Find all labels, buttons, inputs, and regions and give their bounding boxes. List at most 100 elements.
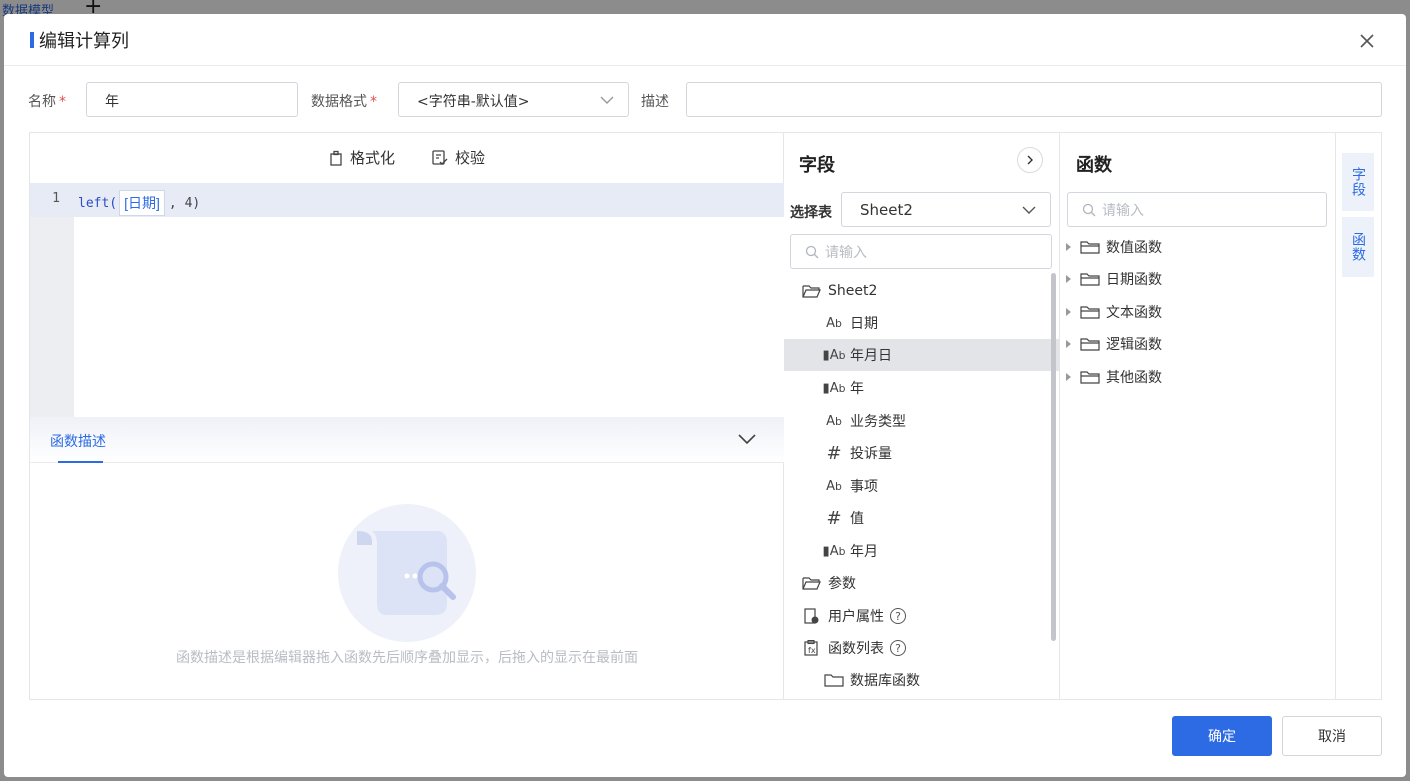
folder-icon [824, 674, 844, 687]
edit-calculated-column-dialog: 编辑计算列 名称* 年 数据格式* <字符串-默认值> 描述 格式化 校验 [4, 14, 1406, 777]
line-number: 1 [52, 191, 60, 206]
search-icon [805, 245, 819, 258]
validate-icon [432, 149, 448, 165]
function-category[interactable]: 数值函数 [1066, 231, 1326, 263]
tree-item-label: 参数 [828, 576, 856, 592]
main-area: 格式化 校验 1 left( [日期] , 4) 函数描述 函数描述是根据编辑器… [29, 132, 1382, 700]
empty-state-illustration [338, 504, 476, 642]
tab-function-desc[interactable]: 函数描述 [50, 431, 106, 451]
folder-icon [1080, 371, 1100, 384]
tree-item-label: 年月 [850, 544, 878, 560]
caret-right-icon [1066, 373, 1071, 381]
close-icon[interactable] [1356, 30, 1378, 52]
function-category[interactable]: 其他函数 [1066, 361, 1326, 393]
function-category[interactable]: 逻辑函数 [1066, 328, 1326, 360]
code-area[interactable]: 1 left( [日期] , 4) [30, 183, 784, 417]
function-desc-tabbar: 函数描述 [30, 417, 784, 463]
chevron-right-icon [1027, 155, 1033, 165]
expand-fields-button[interactable] [1017, 147, 1043, 173]
tree-item-label: 投诉量 [850, 446, 892, 462]
fields-scrollbar[interactable] [1051, 273, 1056, 641]
text-type-icon: Ab [826, 315, 842, 331]
tree-item-user-attributes[interactable]: 用户属性 ? [802, 600, 1052, 632]
editor-toolbar: 格式化 校验 [30, 133, 784, 183]
folder-icon [1080, 306, 1100, 319]
dialog-header: 编辑计算列 [4, 14, 1406, 66]
validate-label: 校验 [455, 149, 486, 167]
line-gutter [30, 183, 74, 417]
collapse-chevron-icon[interactable] [738, 433, 756, 445]
format-select[interactable]: <字符串-默认值> [398, 82, 629, 117]
tree-item-params[interactable]: 参数 [802, 567, 1052, 599]
confirm-button[interactable]: 确定 [1172, 716, 1272, 756]
format-code-button[interactable]: 格式化 [328, 147, 395, 168]
function-category-label: 逻辑函数 [1106, 337, 1162, 353]
format-label: 数据格式 * [311, 94, 377, 110]
date-text-type-icon: ▮A b [822, 543, 846, 559]
help-icon[interactable]: ? [890, 640, 906, 656]
empty-state-text: 函数描述是根据编辑器拖入函数先后顺序叠加显示，后拖入的显示在最前面 [176, 650, 638, 666]
function-category-label: 日期函数 [1106, 272, 1162, 288]
tree-item-label: 年 [850, 381, 864, 397]
function-list-icon: fx [804, 640, 818, 656]
folder-open-icon [802, 577, 821, 590]
side-tab-functions[interactable]: 函数 [1342, 217, 1374, 277]
folder-icon [1080, 241, 1100, 254]
description-label: 描述 [641, 94, 669, 110]
function-category-label: 数值函数 [1106, 240, 1162, 256]
field-search-input[interactable]: 请输入 [790, 234, 1052, 269]
tree-item-db-functions[interactable]: 数据库函数 [824, 664, 1052, 696]
tree-item-label: 日期 [850, 316, 878, 332]
number-type-icon: # [826, 442, 842, 464]
code-function: left( [78, 195, 118, 211]
tree-item-label: 业务类型 [850, 414, 906, 430]
tree-item-field[interactable]: ▮A b 年 [822, 372, 1052, 404]
dialog-title: 编辑计算列 [39, 31, 129, 52]
function-category[interactable]: 日期函数 [1066, 263, 1326, 295]
field-token[interactable]: [日期] [119, 190, 165, 216]
tree-item-label: Sheet2 [828, 283, 878, 299]
tree-item-field[interactable]: Ab 事项 [824, 470, 1052, 502]
name-input[interactable]: 年 [86, 82, 298, 117]
tree-item-field[interactable]: ▮A b 年月 [822, 535, 1052, 567]
form-row: 名称 * 年 数据格式 * <字符串-默认值> 描述 [4, 82, 1406, 118]
user-attribute-icon [804, 608, 819, 624]
date-text-type-icon: ▮A b [822, 380, 846, 396]
caret-right-icon [1066, 340, 1071, 348]
function-category[interactable]: 文本函数 [1066, 296, 1326, 328]
svg-text:fx: fx [808, 646, 816, 655]
clipboard-icon [330, 150, 342, 166]
format-code-label: 格式化 [350, 149, 396, 167]
table-select-value: Sheet2 [860, 201, 913, 219]
functions-title: 函数 [1076, 155, 1112, 176]
function-search-input[interactable]: 请输入 [1067, 192, 1327, 227]
caret-right-icon [1066, 275, 1071, 283]
function-category-label: 其他函数 [1106, 370, 1162, 386]
folder-open-icon [802, 285, 821, 298]
functions-pane: 函数 请输入 数值函数 日期函数 文本函数 逻辑函数 其他函数 [1060, 133, 1336, 699]
function-search-placeholder: 请输入 [1102, 202, 1144, 219]
text-type-icon: Ab [826, 413, 842, 429]
tree-item-label: 函数列表 [828, 641, 884, 657]
tree-item-field[interactable]: Ab 业务类型 [824, 405, 1052, 437]
title-accent-bar [30, 32, 34, 48]
help-icon[interactable]: ? [890, 608, 906, 624]
search-icon [1082, 203, 1096, 216]
tree-item-field-selected[interactable]: ▮A b 年月日 [784, 339, 1059, 371]
table-select[interactable]: Sheet2 [841, 192, 1051, 227]
chevron-down-icon [1022, 206, 1036, 214]
code-line: left( [日期] , 4) [78, 190, 200, 216]
fields-pane: 字段 选择表 Sheet2 请输入 Sheet2 Ab 日期 ▮A b 年月日 … [784, 133, 1060, 699]
side-tab-fields[interactable]: 字段 [1342, 153, 1374, 211]
cancel-button[interactable]: 取消 [1282, 716, 1382, 756]
validate-button[interactable]: 校验 [431, 147, 485, 168]
tree-item-sheet2[interactable]: Sheet2 [802, 275, 1052, 307]
select-table-label: 选择表 [790, 205, 832, 221]
field-search-placeholder: 请输入 [825, 244, 867, 261]
folder-icon [1080, 273, 1100, 286]
tree-item-function-list[interactable]: fx 函数列表 ? [802, 632, 1052, 664]
tree-item-field[interactable]: # 投诉量 [824, 437, 1052, 469]
tree-item-field[interactable]: # 值 [824, 502, 1052, 534]
tree-item-field[interactable]: Ab 日期 [824, 307, 1052, 339]
description-input[interactable] [686, 82, 1382, 117]
